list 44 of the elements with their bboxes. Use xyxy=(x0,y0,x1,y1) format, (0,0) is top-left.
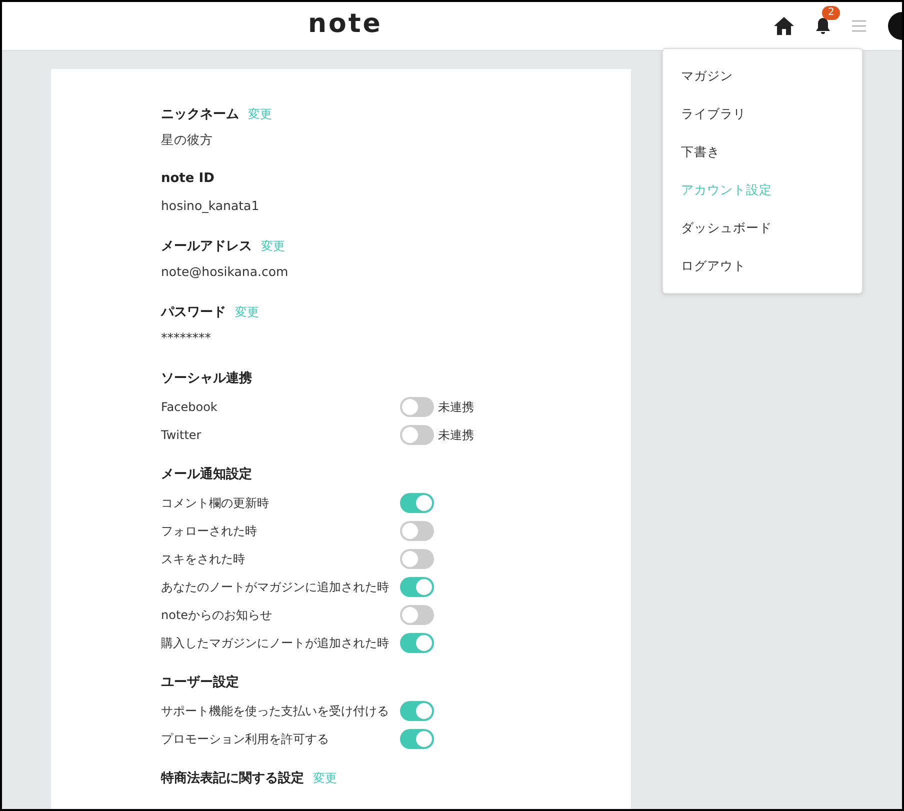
setting-label: noteからのお知らせ xyxy=(161,606,274,624)
setting-label: 購入したマガジンにノートが追加された時 xyxy=(161,634,390,652)
toggle-switch[interactable] xyxy=(400,605,434,625)
section-label: メールアドレス xyxy=(161,238,252,255)
setting-label: フォローされた時 xyxy=(161,522,258,540)
section-label: ソーシャル連携 xyxy=(161,370,252,387)
link-status: 未連携 xyxy=(438,426,474,444)
setting-label: スキをされた時 xyxy=(161,550,246,568)
note-logo[interactable]: note xyxy=(308,9,382,39)
field-value: 星の彼方 xyxy=(161,131,214,149)
toggle-switch[interactable] xyxy=(400,521,434,541)
section-label: パスワード xyxy=(161,304,226,321)
field-value: hosino_kanata1 xyxy=(161,197,260,215)
field-value: note@hosikana.com xyxy=(161,263,290,281)
toggle-switch[interactable] xyxy=(400,549,434,569)
toggle-switch[interactable] xyxy=(400,425,434,445)
setting-label: あなたのノートがマガジンに追加された時 xyxy=(161,578,390,596)
setting-label: Facebook xyxy=(161,400,218,414)
menu-item[interactable]: ログアウト xyxy=(663,247,862,285)
section-label: ニックネーム xyxy=(161,106,239,123)
section-label: note ID xyxy=(161,171,214,186)
section-label: 特商法表記に関する設定 xyxy=(161,770,304,787)
menu-item[interactable]: ライブラリ xyxy=(663,95,862,133)
toggle-switch[interactable] xyxy=(400,633,434,653)
toggle-switch[interactable] xyxy=(400,397,434,417)
section-label: ユーザー設定 xyxy=(161,674,239,691)
bell-icon[interactable] xyxy=(816,18,830,34)
menu-item[interactable]: マガジン xyxy=(663,57,862,95)
section-label: メール通知設定 xyxy=(161,466,252,483)
home-icon[interactable] xyxy=(774,17,794,35)
toggle-switch[interactable] xyxy=(400,577,434,597)
setting-label: プロモーション利用を許可する xyxy=(161,730,330,748)
toggle-switch[interactable] xyxy=(400,701,434,721)
toggle-switch[interactable] xyxy=(400,729,434,749)
setting-label: Twitter xyxy=(161,428,202,442)
link-status: 未連携 xyxy=(438,398,474,416)
menu-item[interactable]: 下書き xyxy=(663,133,862,171)
field-value: ******** xyxy=(161,329,212,347)
notification-badge: 2 xyxy=(822,6,840,20)
toggle-switch[interactable] xyxy=(400,493,434,513)
setting-label: サポート機能を使った支払いを受け付ける xyxy=(161,702,390,720)
menu-icon[interactable] xyxy=(852,20,866,32)
setting-label: コメント欄の更新時 xyxy=(161,494,270,512)
menu-item[interactable]: ダッシュボード xyxy=(663,209,862,247)
